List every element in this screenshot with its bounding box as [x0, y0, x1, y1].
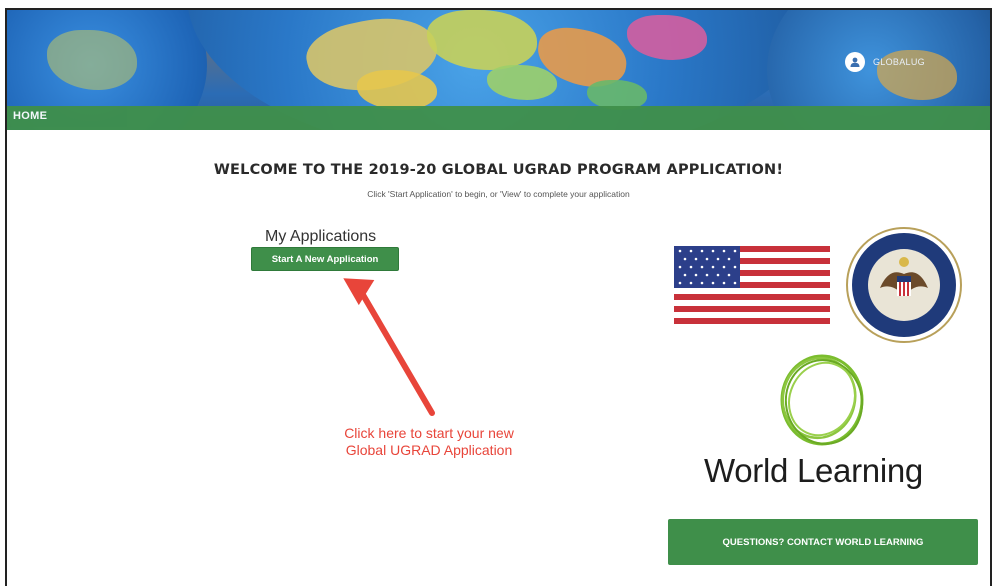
- my-applications-heading: My Applications: [265, 228, 377, 245]
- contact-world-learning-button[interactable]: QUESTIONS? CONTACT WORLD LEARNING: [668, 519, 978, 565]
- user-name: GLOBALUG: [873, 57, 925, 67]
- page-frame: GLOBALUG HOME WELCOME TO THE 2019-20 GLO…: [5, 8, 992, 586]
- annotation-text: Click here to start your new Global UGRA…: [344, 425, 514, 458]
- header-banner: GLOBALUG HOME: [7, 10, 990, 130]
- world-learning-logo: [780, 354, 864, 446]
- world-learning-wordmark: World Learning: [704, 452, 923, 489]
- arrow-annotation: [343, 278, 435, 416]
- nav-bar: HOME: [7, 106, 990, 130]
- page-title: WELCOME TO THE 2019-20 GLOBAL UGRAD PROG…: [213, 162, 784, 178]
- department-of-state-seal: [846, 227, 962, 343]
- us-flag: [674, 246, 830, 324]
- nav-home-link[interactable]: HOME: [13, 110, 47, 122]
- page-subtitle: Click 'Start Application' to begin, or '…: [367, 189, 630, 199]
- user-menu[interactable]: GLOBALUG: [845, 51, 925, 73]
- user-icon: [845, 52, 865, 72]
